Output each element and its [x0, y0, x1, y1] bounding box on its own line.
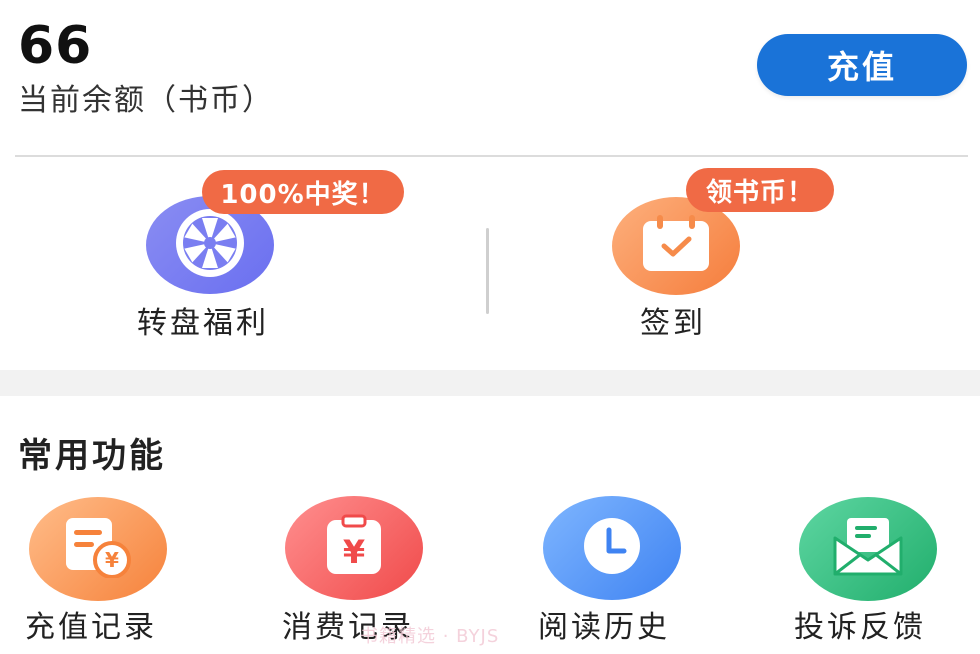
- reading-history-label[interactable]: 阅读历史: [538, 602, 670, 646]
- mail-icon: [831, 516, 905, 582]
- checkin-promo-badge: 领书币！: [686, 168, 834, 212]
- recharge-record-icon: ¥: [62, 516, 134, 582]
- complaint-feedback-label[interactable]: 投诉反馈: [794, 602, 926, 646]
- calendar-check-icon: [637, 213, 715, 279]
- svg-text:¥: ¥: [343, 533, 365, 571]
- balance-label: 当前余额（书币）: [18, 83, 274, 118]
- promo-divider: [486, 228, 489, 314]
- watermark: 书籍精选 · BYJS: [360, 626, 500, 647]
- consume-record-icon: ¥: [323, 514, 385, 582]
- recharge-record-button[interactable]: ¥: [29, 497, 167, 601]
- common-functions-title: 常用功能: [18, 436, 166, 476]
- recharge-button[interactable]: 充值: [757, 34, 967, 96]
- svg-text:¥: ¥: [105, 548, 119, 572]
- clock-icon: [580, 514, 644, 582]
- complaint-feedback-button[interactable]: [799, 497, 937, 601]
- recharge-record-label[interactable]: 充值记录: [25, 602, 157, 646]
- reading-history-button[interactable]: [543, 496, 681, 600]
- checkin-promo-label[interactable]: 签到: [640, 298, 706, 342]
- wheel-icon: [172, 205, 248, 285]
- header-divider: [15, 155, 968, 157]
- balance-value: 66: [18, 16, 93, 76]
- section-separator: [0, 370, 980, 396]
- wheel-promo-label[interactable]: 转盘福利: [137, 298, 269, 342]
- wheel-promo-badge: 100%中奖！: [202, 170, 404, 214]
- consume-record-button[interactable]: ¥: [285, 496, 423, 600]
